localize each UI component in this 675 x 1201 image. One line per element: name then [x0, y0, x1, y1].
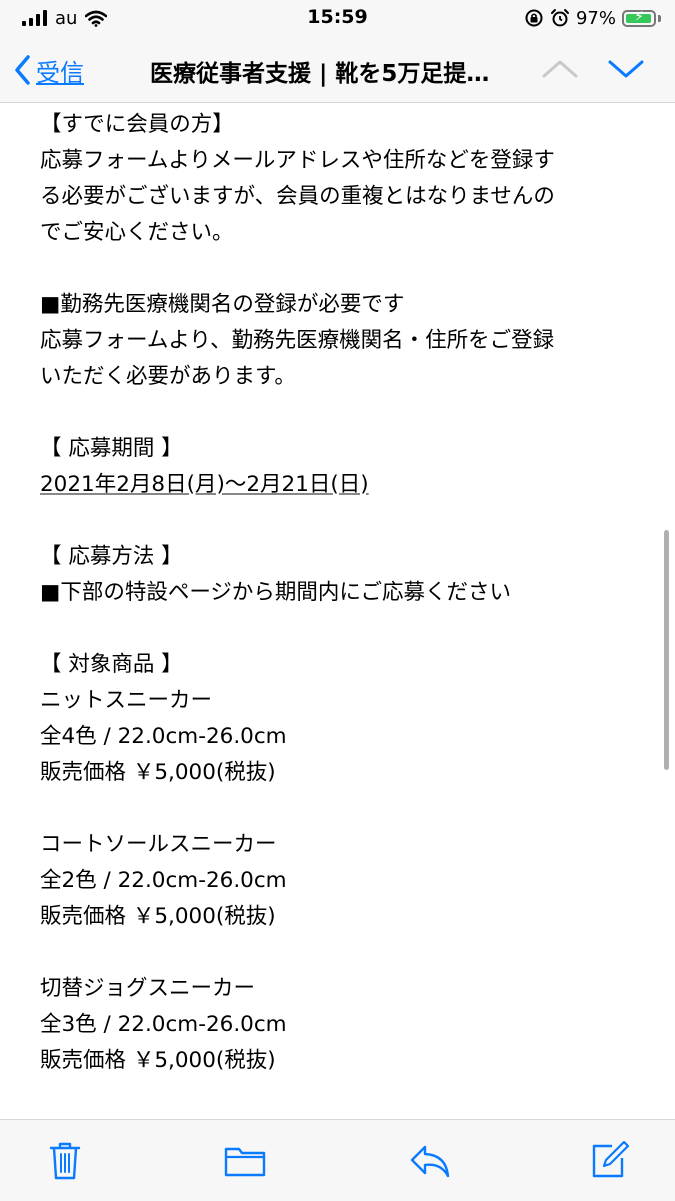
battery-cap: [658, 14, 661, 22]
body-line: ニットスニーカー: [40, 688, 213, 713]
mail-body[interactable]: 【すでに会員の方】 応募フォームよりメールアドレスや住所などを登録す る必要がご…: [0, 103, 675, 1118]
body-line: る必要がございますが、会員の重複とはなりませんの: [40, 184, 555, 209]
back-label: 受信: [36, 58, 84, 87]
bottom-toolbar: [0, 1119, 675, 1201]
chevron-up-icon[interactable]: [540, 52, 580, 86]
body-line: 販売価格 ￥5,000(税抜): [40, 1048, 276, 1073]
mail-content: 【すでに会員の方】 応募フォームよりメールアドレスや住所などを登録す る必要がご…: [40, 103, 640, 1079]
body-line: 【 応募方法 】: [40, 544, 183, 569]
body-line: ■下部の特設ページから期間内にご応募ください: [40, 580, 511, 605]
body-line: コートソールスニーカー: [40, 832, 277, 857]
reply-icon[interactable]: [408, 1138, 452, 1182]
chevron-left-icon: [15, 55, 30, 85]
body-line: 【すでに会員の方】: [40, 112, 234, 137]
nav-bar: 受信 医療従事者支援 | 靴を5万足提…: [0, 40, 675, 103]
status-right: 97% ⚡: [524, 6, 661, 30]
date-link[interactable]: 2021年2月8日(月)〜2月21日(日): [40, 467, 640, 503]
body-line: 【 応募期間 】: [40, 436, 183, 461]
alarm-icon: [550, 9, 569, 27]
body-line: でご安心ください。: [40, 220, 234, 245]
battery-icon: ⚡: [622, 8, 656, 27]
body-line: 応募フォームより、勤務先医療機関名・住所をご登録: [40, 328, 555, 353]
trash-icon[interactable]: [43, 1138, 87, 1182]
body-line: 応募フォームよりメールアドレスや住所などを登録す: [40, 148, 555, 173]
folder-icon[interactable]: [223, 1138, 267, 1182]
status-bar: au 15:59 97% ⚡: [0, 0, 675, 40]
scrollbar[interactable]: [664, 530, 669, 770]
nav-title: 医療従事者支援 | 靴を5万足提…: [150, 61, 490, 87]
body-line: ■勤務先医療機関名の登録が必要です: [40, 292, 405, 317]
body-line: 全3色 / 22.0cm-26.0cm: [40, 1012, 287, 1037]
body-line: 販売価格 ￥5,000(税抜): [40, 904, 276, 929]
body-line: 【 対象商品 】: [40, 652, 183, 677]
body-line: 全2色 / 22.0cm-26.0cm: [40, 868, 287, 893]
body-line: 切替ジョグスニーカー: [40, 976, 256, 1001]
body-line: 全4色 / 22.0cm-26.0cm: [40, 724, 287, 749]
compose-icon[interactable]: [588, 1138, 632, 1182]
rotation-lock-icon: [525, 9, 543, 27]
back-button[interactable]: 受信: [14, 50, 84, 90]
body-line: いただく必要があります。: [40, 364, 296, 389]
body-line: 販売価格 ￥5,000(税抜): [40, 760, 276, 785]
charging-bolt-icon: ⚡: [634, 8, 644, 25]
battery-percent: 97%: [575, 7, 616, 29]
chevron-down-icon[interactable]: [606, 52, 646, 86]
